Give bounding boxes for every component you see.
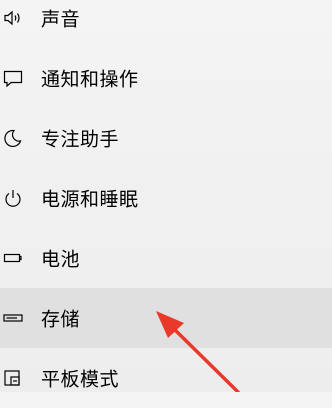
sidebar-item-label: 电池 (41, 248, 81, 271)
storage-drive-icon (2, 307, 24, 329)
sidebar-item-notifications[interactable]: 通知和操作 (0, 48, 332, 108)
settings-sidebar-nav: 声音 通知和操作 专注助手 电源和睡眠 电池 存储 平板模式 (0, 0, 332, 408)
sidebar-item-label: 电源和睡眠 (41, 188, 139, 211)
notification-icon (2, 67, 24, 89)
sidebar-item-battery[interactable]: 电池 (0, 228, 332, 288)
moon-icon (2, 127, 24, 149)
sidebar-item-label: 声音 (41, 8, 81, 31)
sidebar-item-label: 平板模式 (41, 368, 120, 391)
sidebar-item-label: 通知和操作 (41, 68, 139, 91)
sidebar-item-label: 存储 (41, 308, 81, 331)
speaker-icon (2, 7, 24, 29)
battery-icon (2, 247, 24, 269)
sidebar-item-sound[interactable]: 声音 (0, 0, 332, 48)
sidebar-item-storage[interactable]: 存储 (0, 288, 332, 348)
power-icon (2, 187, 24, 209)
sidebar-item-tablet-mode[interactable]: 平板模式 (0, 348, 332, 408)
tablet-mode-icon (2, 367, 24, 389)
sidebar-item-label: 专注助手 (41, 128, 120, 151)
sidebar-item-focus-assist[interactable]: 专注助手 (0, 108, 332, 168)
sidebar-item-power-sleep[interactable]: 电源和睡眠 (0, 168, 332, 228)
